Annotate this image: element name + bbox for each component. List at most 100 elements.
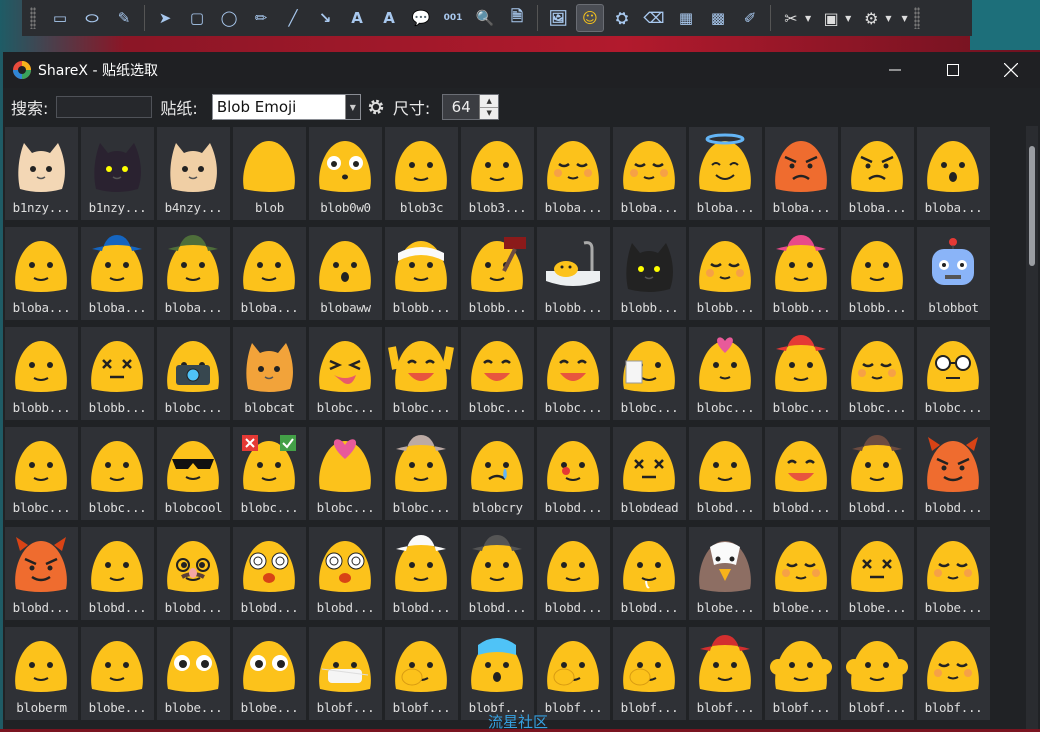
sticker-tile[interactable]: blobd... [765, 427, 838, 520]
sticker-tile[interactable]: bloba... [765, 127, 838, 220]
title-bar[interactable]: ShareX - 贴纸选取 [3, 52, 1040, 88]
search-input[interactable] [56, 96, 153, 118]
sticker-tile[interactable]: blobc... [309, 327, 382, 420]
sticker-tile[interactable]: blobaww [309, 227, 382, 320]
ellipse-icon[interactable]: ◯ [215, 4, 243, 32]
maximize-button[interactable] [924, 52, 982, 88]
sticker-tile[interactable]: blobc... [765, 327, 838, 420]
freehand-icon[interactable]: ✏ [247, 4, 275, 32]
sticker-tile[interactable]: blobc... [385, 427, 458, 520]
sticker-tile[interactable]: bloba... [5, 227, 78, 320]
sticker-tile[interactable]: blobf... [765, 627, 838, 720]
speech-balloon-icon[interactable]: 💬 [407, 4, 435, 32]
sticker-tile[interactable]: blobc... [233, 427, 306, 520]
sticker-tile[interactable]: blobd... [613, 527, 686, 620]
eraser-icon[interactable]: ⌫ [640, 4, 668, 32]
sticker-tile[interactable]: blobf... [917, 627, 990, 720]
sticker-tile[interactable]: blobe... [233, 627, 306, 720]
sticker-tile[interactable]: blobdead [613, 427, 686, 520]
sticker-tile[interactable]: blobc... [309, 427, 382, 520]
sticker-tile[interactable]: bloba... [841, 127, 914, 220]
sticker-tile[interactable]: b1nzy... [81, 127, 154, 220]
vertical-scrollbar[interactable] [1026, 126, 1038, 729]
rectangle-icon[interactable]: ▢ [183, 4, 211, 32]
sticker-tile[interactable]: blobe... [689, 527, 762, 620]
sticker-tile[interactable]: blobd... [5, 527, 78, 620]
sticker-tile[interactable]: bloba... [917, 127, 990, 220]
sticker-tile[interactable]: blobc... [461, 327, 534, 420]
sticker-tile[interactable]: bloba... [81, 227, 154, 320]
select-arrow-icon[interactable]: ➤ [151, 4, 179, 32]
sticker-pack-select[interactable]: Blob Emoji ▼ [211, 94, 361, 120]
sticker-tile[interactable]: blobb... [765, 227, 838, 320]
sticker-tile[interactable]: blobd... [157, 527, 230, 620]
sticker-tile[interactable]: blobc... [917, 327, 990, 420]
sticker-tile[interactable]: blobf... [309, 627, 382, 720]
chevron-down-icon[interactable]: ▼ [344, 95, 360, 119]
sticker-tile[interactable]: blobd... [81, 527, 154, 620]
sticker-tile[interactable]: blobd... [385, 527, 458, 620]
sticker-tile[interactable]: blobd... [233, 527, 306, 620]
sticker-tile[interactable]: blobb... [81, 327, 154, 420]
sticker-tile[interactable]: blobf... [841, 627, 914, 720]
sticker-tile[interactable]: blobe... [81, 627, 154, 720]
chevron-down-icon[interactable]: ▼ [845, 14, 851, 23]
tools-menu-icon[interactable]: ✂ [777, 4, 805, 32]
sticker-tile[interactable]: blobd... [537, 527, 610, 620]
size-down-icon[interactable]: ▼ [480, 106, 499, 119]
cursor-icon[interactable]: ⛭ [608, 4, 636, 32]
sticker-tile[interactable]: blobc... [81, 427, 154, 520]
sticker-tile[interactable]: bloba... [613, 127, 686, 220]
scrollbar-thumb[interactable] [1029, 146, 1035, 266]
sticker-tile[interactable]: blobc... [613, 327, 686, 420]
toolbar-grip[interactable] [913, 7, 920, 29]
sticker-tile[interactable]: bloba... [157, 227, 230, 320]
sticker-tile[interactable]: blobc... [385, 327, 458, 420]
sticker-tile[interactable]: blobc... [841, 327, 914, 420]
sticker-tile[interactable]: bloba... [689, 127, 762, 220]
sticker-tile[interactable]: blobd... [537, 427, 610, 520]
image-screen-icon[interactable]: 🖼 [544, 4, 572, 32]
sticker-tile[interactable]: bloba... [233, 227, 306, 320]
sticker-tile[interactable]: blob3... [461, 127, 534, 220]
sticker-tile[interactable]: blobc... [157, 327, 230, 420]
sticker-tile[interactable]: blobb... [537, 227, 610, 320]
blur-icon[interactable]: ▦ [672, 4, 700, 32]
rectangle-region-icon[interactable]: ▭ [46, 4, 74, 32]
sticker-tile[interactable]: blobd... [461, 527, 534, 620]
sticker-tile[interactable]: bloba... [537, 127, 610, 220]
sticker-tile[interactable]: blobb... [5, 327, 78, 420]
sticker-tile[interactable]: b4nzy... [157, 127, 230, 220]
sticker-tile[interactable]: blobbot [917, 227, 990, 320]
gear-icon[interactable] [367, 98, 385, 116]
ellipse-region-icon[interactable]: ⬭ [78, 4, 106, 32]
sticker-tile[interactable]: bloberm [5, 627, 78, 720]
image-menu-icon[interactable]: ▣ [817, 4, 845, 32]
sticker-tile[interactable]: blobd... [841, 427, 914, 520]
highlight-icon[interactable]: ✐ [736, 4, 764, 32]
size-stepper[interactable]: 64 ▲ ▼ [442, 94, 500, 120]
sticker-tile[interactable]: blob0w0 [309, 127, 382, 220]
sticker-tile[interactable]: blobe... [841, 527, 914, 620]
sticker-tile[interactable]: blobf... [613, 627, 686, 720]
sticker-tile[interactable]: blobb... [385, 227, 458, 320]
text-background-icon[interactable]: A [375, 4, 403, 32]
text-icon[interactable]: A [343, 4, 371, 32]
pixelate-icon[interactable]: ▩ [704, 4, 732, 32]
sticker-tile[interactable]: blobb... [689, 227, 762, 320]
arrow-icon[interactable]: ↘ [311, 4, 339, 32]
sticker-tile[interactable]: blobc... [5, 427, 78, 520]
sticker-tile[interactable]: blobd... [689, 427, 762, 520]
close-button[interactable] [982, 52, 1040, 88]
sticker-tile[interactable]: blobb... [613, 227, 686, 320]
settings-menu-icon[interactable]: ⚙ [857, 4, 885, 32]
minimize-button[interactable] [866, 52, 924, 88]
sticker-tile[interactable]: blobcat [233, 327, 306, 420]
sticker-tile[interactable]: blobc... [689, 327, 762, 420]
sticker-tile[interactable]: blobf... [461, 627, 534, 720]
chevron-down-icon[interactable]: ▼ [805, 14, 811, 23]
sticker-tile[interactable]: blobf... [689, 627, 762, 720]
magnify-icon[interactable]: 🔍 [471, 4, 499, 32]
freehand-region-icon[interactable]: ✎ [110, 4, 138, 32]
sticker-tile[interactable]: blobcool [157, 427, 230, 520]
